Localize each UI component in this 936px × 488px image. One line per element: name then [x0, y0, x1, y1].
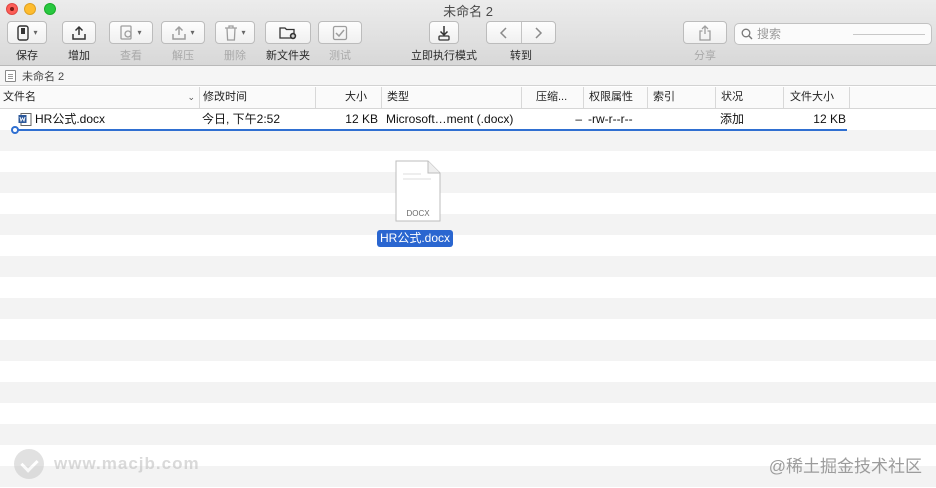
- test-button[interactable]: [318, 21, 362, 44]
- sort-chevron-icon: ⌄: [187, 92, 195, 102]
- header-permissions[interactable]: 权限属性: [584, 87, 648, 108]
- save-tool[interactable]: ▾ 保存: [5, 21, 49, 63]
- header-compressed[interactable]: 压缩...: [522, 87, 584, 108]
- view-button[interactable]: ▾: [109, 21, 153, 44]
- header-kind[interactable]: 类型: [382, 87, 522, 108]
- save-button[interactable]: ▾: [7, 21, 47, 44]
- new-folder-label: 新文件夹: [266, 50, 310, 62]
- add-label: 增加: [68, 50, 90, 62]
- row-permissions: -rw-r--r--: [588, 112, 633, 126]
- window-title: 未命名 2: [443, 4, 493, 19]
- macjb-watermark-text: www.macjb.com: [54, 454, 200, 473]
- chevron-down-icon: ▾: [190, 28, 195, 37]
- test-check-icon: [332, 25, 348, 40]
- chevron-right-icon: [535, 26, 543, 39]
- add-tool[interactable]: 增加: [60, 21, 98, 63]
- dragged-docx-icon[interactable]: DOCX: [395, 160, 441, 222]
- path-bar-label[interactable]: 未命名 2: [22, 68, 64, 84]
- chevron-left-icon: [499, 26, 507, 39]
- forward-button[interactable]: [522, 22, 556, 43]
- view-icon: [120, 24, 133, 40]
- instant-mode-label: 立即执行模式: [411, 50, 477, 62]
- search-box[interactable]: [734, 23, 932, 45]
- chevron-down-icon: ▾: [33, 28, 38, 37]
- share-icon: [699, 24, 711, 41]
- row-modified: 今日, 下午2:52: [202, 112, 281, 126]
- new-folder-tool[interactable]: 新文件夹: [264, 21, 312, 63]
- empty-row: [0, 256, 936, 277]
- column-header: 文件名 ⌄ 修改时间 大小 类型 压缩... 权限属性 索引 状况 文件大小: [0, 87, 936, 109]
- new-folder-button[interactable]: [265, 21, 311, 44]
- delete-label: 删除: [224, 50, 246, 62]
- empty-row: [0, 214, 936, 235]
- share-button[interactable]: [683, 21, 727, 44]
- delete-button[interactable]: ▾: [215, 21, 255, 44]
- share-tool[interactable]: 分享: [683, 21, 727, 63]
- table-row[interactable]: HR公式.docx 今日, 下午2:52 12 KB Microsoft…men…: [0, 109, 936, 130]
- row-compressed: –: [575, 112, 582, 126]
- back-button[interactable]: [487, 22, 522, 43]
- header-name[interactable]: 文件名 ⌄: [0, 87, 200, 108]
- header-status[interactable]: 状况: [716, 87, 784, 108]
- go-to-segmented[interactable]: [486, 21, 556, 44]
- empty-row: [0, 298, 936, 319]
- extract-button[interactable]: ▾: [161, 21, 205, 44]
- drop-indicator-dot: [11, 126, 19, 134]
- search-icon: [741, 28, 753, 40]
- add-icon: [72, 25, 86, 40]
- header-size[interactable]: 大小: [316, 87, 382, 108]
- empty-row: [0, 340, 936, 361]
- view-tool[interactable]: ▾ 查看: [108, 21, 154, 63]
- new-folder-icon: [279, 27, 297, 40]
- instant-mode-button[interactable]: [429, 21, 459, 44]
- dragged-file-label: HR公式.docx: [377, 230, 454, 247]
- header-file-size[interactable]: 文件大小: [784, 87, 850, 108]
- empty-row: [0, 130, 936, 151]
- trash-icon: [225, 24, 238, 41]
- row-file-size: 12 KB: [813, 112, 846, 126]
- macjb-watermark: www.macjb.com: [14, 449, 200, 479]
- chevron-down-icon: ▾: [137, 28, 142, 37]
- add-button[interactable]: [62, 21, 96, 44]
- file-list: HR公式.docx 今日, 下午2:52 12 KB Microsoft…men…: [0, 109, 936, 488]
- instant-mode-icon: [438, 25, 450, 41]
- test-label: 测试: [329, 50, 351, 62]
- delete-tool[interactable]: ▾ 删除: [214, 21, 256, 63]
- extract-label: 解压: [172, 50, 194, 62]
- share-label: 分享: [694, 50, 716, 62]
- drop-indicator-line: [14, 129, 847, 131]
- test-tool[interactable]: 测试: [318, 21, 362, 63]
- search-divider: [853, 33, 925, 35]
- save-label: 保存: [16, 50, 38, 62]
- juejin-watermark: @稀土掘金技术社区: [768, 457, 922, 476]
- save-icon: [17, 24, 30, 41]
- header-index[interactable]: 索引: [648, 87, 716, 108]
- extract-icon: [172, 25, 187, 40]
- empty-row: [0, 424, 936, 445]
- extract-tool[interactable]: ▾ 解压: [160, 21, 206, 63]
- header-modified[interactable]: 修改时间: [200, 87, 316, 108]
- chevron-down-icon: ▾: [241, 28, 246, 37]
- dragged-icon-type: DOCX: [406, 209, 430, 218]
- word-doc-icon: [18, 113, 32, 126]
- row-kind: Microsoft…ment (.docx): [386, 112, 514, 126]
- go-to-tool[interactable]: 转到: [486, 21, 556, 63]
- row-name: HR公式.docx: [35, 112, 106, 126]
- toolbar: 未命名 2 ▾ 保存 增加 ▾ 查看 ▾ 解压 ▾ 删除 新文件夹 测试 立即执…: [0, 0, 936, 66]
- macjb-logo-icon: [14, 449, 44, 479]
- go-to-label: 转到: [510, 50, 532, 62]
- row-status: 添加: [720, 112, 745, 126]
- view-label: 查看: [120, 50, 142, 62]
- path-bar: 未命名 2: [0, 66, 936, 86]
- row-size: 12 KB: [345, 112, 378, 126]
- archive-doc-icon: [5, 69, 16, 82]
- empty-row: [0, 382, 936, 403]
- search-input[interactable]: [757, 27, 817, 41]
- instant-mode-tool[interactable]: 立即执行模式: [408, 21, 480, 63]
- empty-row: [0, 172, 936, 193]
- header-name-label: 文件名: [3, 91, 36, 103]
